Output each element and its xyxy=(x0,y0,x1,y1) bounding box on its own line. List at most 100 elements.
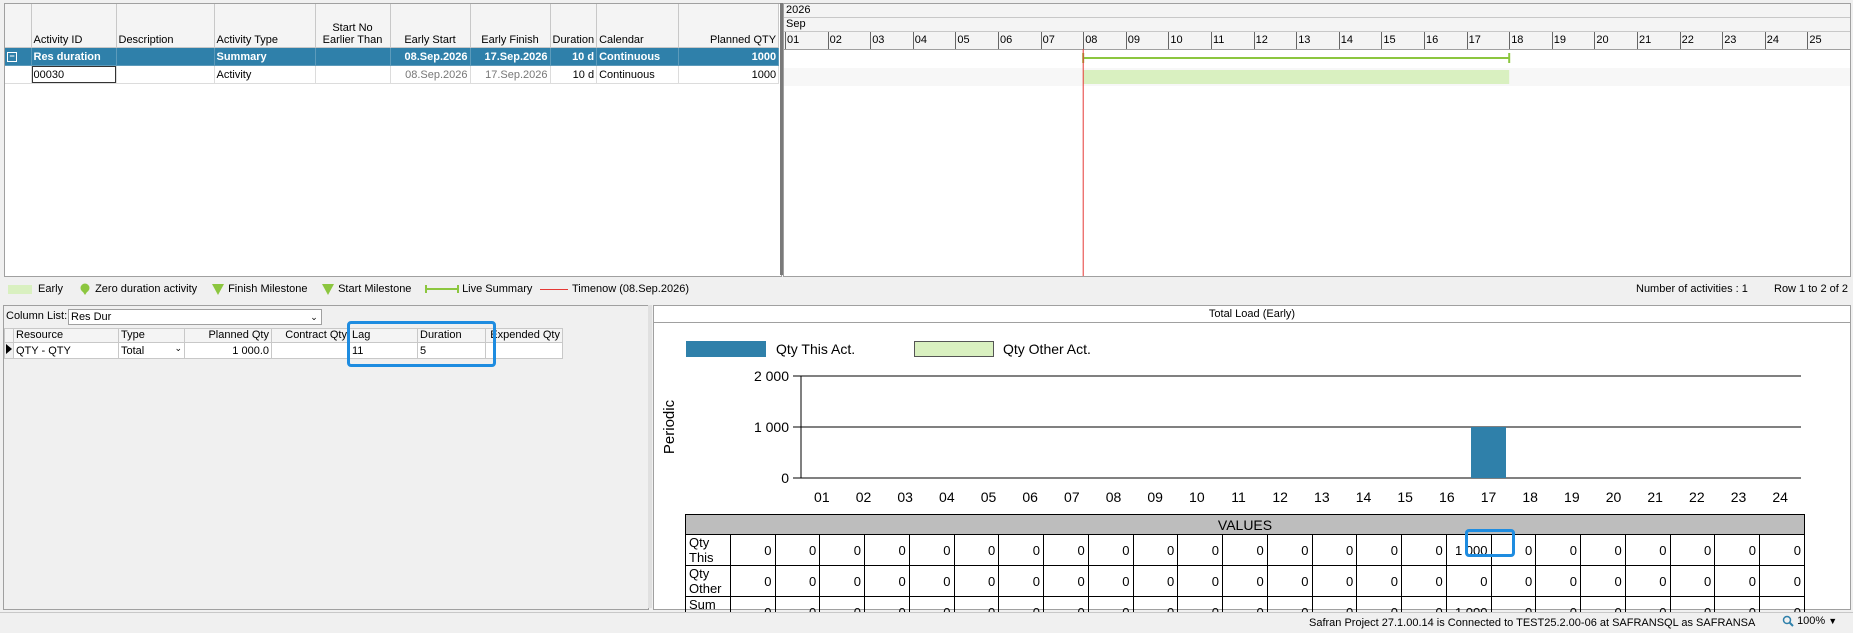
value-cell: 0 xyxy=(1177,565,1223,597)
collapse-cell[interactable]: − xyxy=(5,47,32,66)
x-tick-label: 03 xyxy=(897,489,913,505)
x-tick-label: 19 xyxy=(1564,489,1580,505)
x-tick-label: 10 xyxy=(1189,489,1205,505)
col-start-no-earlier-than[interactable]: Start No Earlier Than xyxy=(315,4,391,48)
resource-cell[interactable]: QTY - QTY xyxy=(13,342,119,359)
snet-cell[interactable] xyxy=(315,65,391,84)
col-type[interactable]: Type xyxy=(118,328,185,343)
gantt-bars xyxy=(1082,49,1511,276)
early-finish-cell[interactable]: 17.Sep.2026 xyxy=(470,47,551,66)
value-cell: 0 xyxy=(1177,534,1223,566)
activity-type-cell[interactable]: Summary xyxy=(214,47,316,66)
x-tick-label: 02 xyxy=(856,489,872,505)
x-tick-label: 05 xyxy=(981,489,997,505)
value-cell: 0 xyxy=(1132,565,1179,597)
legend-finish-milestone-label: Finish Milestone xyxy=(228,283,308,295)
early-start-cell[interactable]: 08.Sep.2026 xyxy=(390,47,471,66)
chart-bar xyxy=(1471,427,1506,478)
value-cell: 0 xyxy=(774,534,821,566)
planned-qty-cell[interactable]: 1000 xyxy=(678,47,780,66)
x-tick-label: 17 xyxy=(1481,489,1497,505)
row-indicator-cell xyxy=(5,65,32,84)
value-cell: 0 xyxy=(1669,534,1716,566)
x-tick-label: 07 xyxy=(1064,489,1080,505)
value-cell: 0 xyxy=(1490,565,1537,597)
value-cell: 0 xyxy=(953,534,1000,566)
value-cell: 0 xyxy=(1669,565,1716,597)
row-range: Row 1 to 2 of 2 xyxy=(1774,283,1848,295)
x-tick-label: 20 xyxy=(1606,489,1622,505)
legend-finish-milestone: Finish Milestone xyxy=(211,278,308,300)
zoom-level: 100% xyxy=(1797,615,1826,627)
type-cell[interactable]: Total ⌄ xyxy=(118,342,185,359)
value-cell: 0 xyxy=(1401,534,1447,566)
planned-qty-cell[interactable]: 1000 xyxy=(678,65,780,84)
value-cell: 0 xyxy=(1043,534,1089,566)
col-early-finish[interactable]: Early Finish xyxy=(470,4,551,48)
description-cell[interactable] xyxy=(116,65,215,84)
duration-cell[interactable]: 10 d xyxy=(550,47,598,66)
snet-cell[interactable] xyxy=(315,47,391,66)
col-activity-id[interactable]: Activity ID xyxy=(31,4,117,48)
x-tick-label: 09 xyxy=(1147,489,1163,505)
connection-status: Safran Project 27.1.00.14 is Connected t… xyxy=(1309,617,1756,629)
activity-grid[interactable]: Activity ID Description Activity Type St… xyxy=(4,3,782,277)
legend-bar: Early Zero duration activity Finish Mile… xyxy=(0,278,1853,300)
panel-splitter[interactable] xyxy=(648,305,652,608)
value-cell: 0 xyxy=(908,534,955,566)
value-cell: 0 xyxy=(819,565,865,597)
column-list-select[interactable]: Res Dur ⌄ xyxy=(68,309,322,325)
value-cell: 0 xyxy=(1266,534,1313,566)
col-resource[interactable]: Resource xyxy=(13,328,119,343)
calendar-cell[interactable]: Continuous xyxy=(596,65,680,84)
x-tick-label: 14 xyxy=(1356,489,1372,505)
x-tick-label: 06 xyxy=(1022,489,1038,505)
col-activity-type[interactable]: Activity Type xyxy=(214,4,316,48)
col-contract-qty[interactable]: Contract Qty xyxy=(271,328,350,343)
activity-id-cell[interactable]: 00030 xyxy=(30,65,117,84)
col-description[interactable]: Description xyxy=(116,4,215,48)
col-duration[interactable]: Duration xyxy=(550,4,598,48)
duration-cell[interactable]: 10 d xyxy=(550,65,598,84)
collapse-icon[interactable]: − xyxy=(7,51,17,62)
table-row[interactable]: 00030 Activity 08.Sep.2026 17.Sep.2026 1… xyxy=(5,65,780,84)
live-summary-icon xyxy=(425,285,459,294)
col-early-start[interactable]: Early Start xyxy=(390,4,471,48)
chevron-down-icon[interactable]: ⌄ xyxy=(174,344,182,355)
load-chart-panel: Total Load (Early) Qty This Act. Qty Oth… xyxy=(653,305,1851,628)
col-calendar[interactable]: Calendar xyxy=(596,4,680,48)
zoom-control[interactable]: 100% ▼ xyxy=(1782,615,1837,627)
values-table: VALUES Qty This 0 0 0 0 0 0 0 0 0 0 0 0 0 0 0 0 1 000 0 0 0 0… xyxy=(685,514,1805,628)
value-cell: 0 xyxy=(1759,565,1805,597)
col-planned-qty[interactable]: Planned QTY xyxy=(678,4,780,48)
x-tick-label: 16 xyxy=(1439,489,1455,505)
resource-panel[interactable]: Column List: Res Dur ⌄ Resource Type Pla… xyxy=(3,305,649,610)
finish-milestone-icon xyxy=(212,284,224,296)
early-finish-cell[interactable]: 17.Sep.2026 xyxy=(470,65,551,84)
chevron-down-icon[interactable]: ⌄ xyxy=(308,311,320,323)
values-row: Qty Other 0 0 0 0 0 0 0 0 0 0 0 0 0 0 0 0 0 0 0 0 0 0 0 0 xyxy=(685,565,1805,597)
table-row[interactable]: − Res duration Summary 08.Sep.2026 17.Se… xyxy=(5,47,780,66)
value-cell: 0 xyxy=(864,565,910,597)
column-list-label: Column List: xyxy=(6,310,68,322)
gantt-chart[interactable]: 2026 Sep 01 02 03 04 05 06 07 08 09 10 11 12 13 14 15 1… xyxy=(783,3,1851,277)
planned-qty-cell[interactable]: 1 000.0 xyxy=(184,342,272,359)
chevron-down-icon[interactable]: ▼ xyxy=(1828,616,1837,626)
legend-timenow-label: Timenow (08.Sep.2026) xyxy=(572,283,689,295)
value-cell: 0 xyxy=(1132,534,1179,566)
early-start-cell[interactable]: 08.Sep.2026 xyxy=(390,65,471,84)
x-tick-label: 01 xyxy=(814,489,830,505)
calendar-cell[interactable]: Continuous xyxy=(596,47,680,66)
contract-qty-cell[interactable] xyxy=(271,342,350,359)
legend-live-summary-label: Live Summary xyxy=(462,283,533,295)
col-expended-qty[interactable]: Expended Qty xyxy=(485,328,563,343)
value-cell: 0 xyxy=(1624,534,1671,566)
expended-qty-cell[interactable] xyxy=(485,342,563,359)
activity-type-cell[interactable]: Activity xyxy=(214,65,316,84)
description-cell[interactable] xyxy=(116,47,215,66)
value-cell: 0 xyxy=(774,565,821,597)
activity-id-cell[interactable]: Res duration xyxy=(31,47,117,66)
value-cell: 0 xyxy=(1222,534,1268,566)
col-planned-qty[interactable]: Planned Qty xyxy=(184,328,272,343)
activity-table: Activity ID Description Activity Type St… xyxy=(5,4,780,84)
